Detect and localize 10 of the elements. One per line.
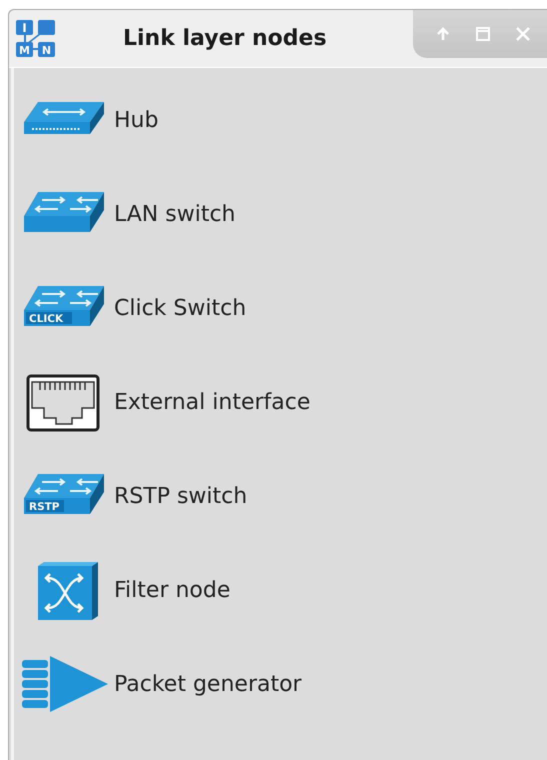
node-label[interactable]: Filter node: [114, 578, 230, 602]
close-icon: [514, 25, 532, 43]
node-label[interactable]: Click Switch: [114, 296, 246, 320]
window-title: Link layer nodes: [123, 26, 328, 51]
maximize-icon: [474, 25, 492, 43]
node-label[interactable]: External interface: [114, 390, 310, 414]
node-label[interactable]: Hub: [114, 108, 158, 132]
node-label[interactable]: RSTP switch: [114, 484, 248, 508]
node-label[interactable]: LAN switch: [114, 202, 236, 226]
node-label[interactable]: Packet generator: [114, 672, 302, 696]
